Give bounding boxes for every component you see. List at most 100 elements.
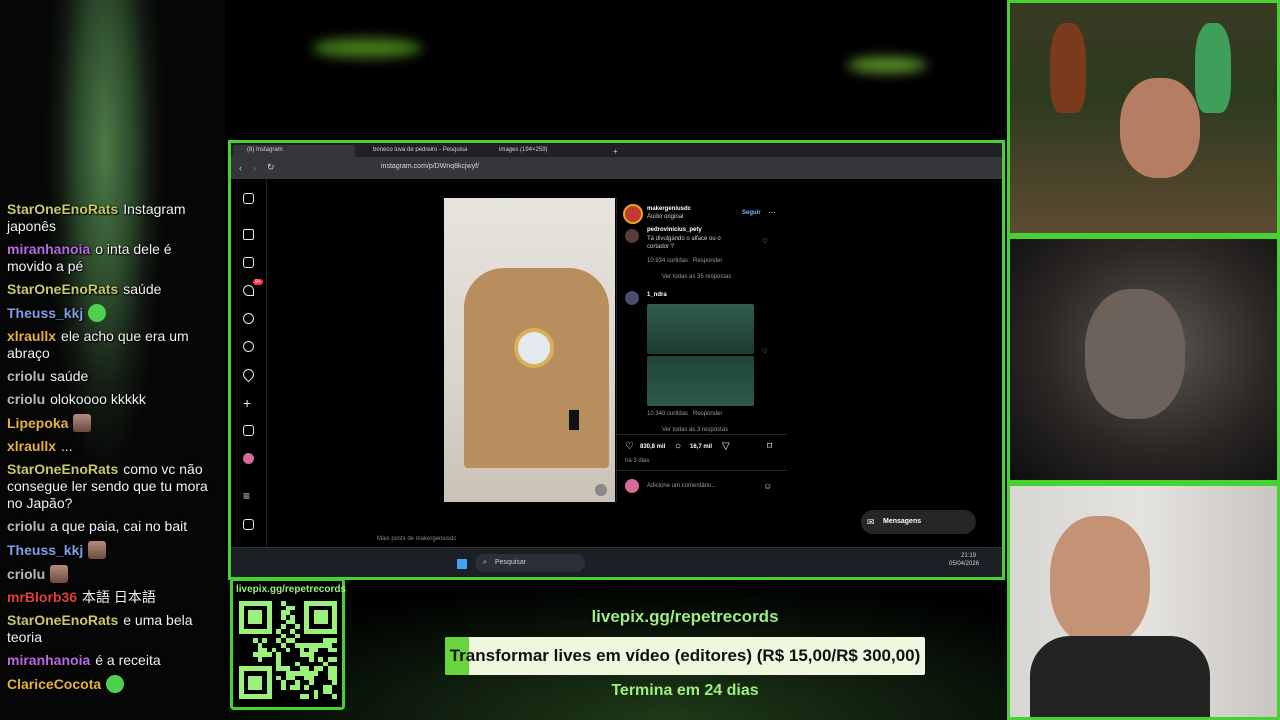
clock-date: 05/04/2026: [949, 561, 980, 567]
qr-module: [318, 666, 323, 671]
view-replies-link[interactable]: Ver todas as 35 respostas: [662, 274, 731, 280]
plus-icon: +: [613, 147, 618, 156]
search-icon[interactable]: [243, 313, 254, 324]
home-icon[interactable]: [243, 229, 254, 240]
more-posts-label[interactable]: Mais posts de makergeniusdc: [377, 536, 456, 542]
person-face: [1120, 78, 1200, 178]
webcam-bottom: [1007, 483, 1280, 720]
qr-code[interactable]: [239, 601, 337, 699]
chat-username[interactable]: ClariceCocota: [7, 676, 101, 692]
audio-label[interactable]: Áudio original: [647, 214, 683, 220]
chat-username[interactable]: Lipepoka: [7, 415, 68, 431]
explore-icon[interactable]: [243, 341, 254, 352]
qr-module: [332, 680, 337, 685]
reply-button[interactable]: Responder: [693, 411, 722, 417]
chat-emote-icon: [88, 541, 107, 559]
heart-icon[interactable]: [240, 366, 257, 383]
chat-emote-icon: [88, 304, 107, 322]
person-shirt: [1030, 636, 1210, 717]
chat-message: miranhanoia o inta dele é movido a pé: [0, 241, 220, 275]
new-tab-button[interactable]: +: [609, 145, 623, 157]
chat-username[interactable]: StarOneEnoRats: [7, 461, 118, 477]
messages-label: Mensagens: [883, 518, 922, 525]
chat-username[interactable]: Theuss_kkj: [7, 542, 83, 558]
more-icon[interactable]: ⋯: [768, 208, 776, 217]
comment-likes: 10.934 curtidas: [647, 258, 689, 264]
reply-button[interactable]: Responder: [693, 258, 722, 264]
chat-username[interactable]: StarOneEnoRats: [7, 281, 118, 297]
back-icon[interactable]: ‹: [239, 163, 242, 173]
chat-username[interactable]: criolu: [7, 566, 45, 582]
menu-icon[interactable]: ≡: [243, 489, 250, 503]
mute-icon[interactable]: [595, 484, 607, 496]
qr-module: [304, 685, 309, 690]
qr-module: [332, 694, 337, 699]
chat-username[interactable]: criolu: [7, 518, 45, 534]
tab-search[interactable]: boneco luva de pedreiro - Pesquisa: [359, 145, 481, 157]
chat-username[interactable]: miranhanoia: [7, 652, 90, 668]
post-video[interactable]: [444, 198, 615, 502]
qr-module: [281, 624, 286, 629]
chat-username[interactable]: StarOneEnoRats: [7, 612, 118, 628]
comment-avatar[interactable]: [625, 229, 639, 243]
windows-start-icon[interactable]: [457, 559, 467, 569]
comment-image[interactable]: [647, 356, 754, 406]
tab-images[interactable]: images (194×259): [485, 145, 607, 157]
tab-instagram[interactable]: (8) Instagram: [233, 145, 355, 157]
like-comment-icon[interactable]: ♡: [762, 348, 767, 355]
like-icon[interactable]: ♡: [625, 441, 634, 452]
forward-icon[interactable]: ›: [253, 163, 256, 173]
taskbar-search[interactable]: ⌕ Pesquisar: [475, 554, 585, 572]
chat-message: StarOneEnoRats saúde: [0, 281, 220, 298]
chat-username[interactable]: criolu: [7, 368, 45, 384]
messages-pill[interactable]: ✉ Mensagens: [861, 510, 976, 534]
qr-card: livepix.gg/repetrecords: [230, 578, 346, 710]
author-avatar[interactable]: [623, 204, 643, 224]
chat-panel: StarOneEnoRats Instagram japonês miranhano…: [0, 0, 225, 720]
comment-image[interactable]: [647, 304, 754, 354]
qr-module: [313, 610, 328, 625]
view-replies-link[interactable]: Ver todas as 3 respostas: [662, 427, 728, 433]
clock-time: 21:19: [961, 553, 977, 559]
donation-goal-bar: Transformar lives em vídeo (editores) (R…: [445, 637, 925, 675]
qr-module: [309, 657, 314, 662]
comment-input[interactable]: Adicione um comentário...: [647, 483, 716, 489]
comment-username[interactable]: pedrovinicius_pety: [647, 227, 702, 233]
emoji-icon[interactable]: ☺: [763, 481, 772, 491]
post-sidebar: makergeniusdc Áudio original Seguir ⋯ pe…: [616, 198, 787, 502]
person-face: [1085, 289, 1185, 419]
chat-username[interactable]: xlraullx: [7, 438, 56, 454]
browser-tabbar: (8) Instagram boneco luva de pedreiro - …: [231, 143, 1002, 157]
save-icon[interactable]: ⌑: [767, 441, 772, 452]
create-icon[interactable]: +: [243, 395, 251, 411]
chat-username[interactable]: StarOneEnoRats: [7, 201, 118, 217]
chat-emote-icon: [73, 414, 92, 432]
author-name[interactable]: makergeniusdc: [647, 206, 691, 212]
chat-username[interactable]: criolu: [7, 391, 45, 407]
instagram-logo-icon[interactable]: [243, 193, 254, 204]
follow-button[interactable]: Seguir: [742, 210, 761, 216]
qr-module: [304, 601, 309, 634]
comment-username[interactable]: 1_ndra: [647, 292, 667, 298]
chat-username[interactable]: Theuss_kkj: [7, 305, 83, 321]
threads-icon[interactable]: [243, 519, 254, 530]
comment-icon[interactable]: ○: [675, 441, 681, 452]
url-input[interactable]: instagram.com/p/DWnq8kcjwyf/: [381, 163, 479, 170]
comment-avatar[interactable]: [625, 291, 639, 305]
chat-username[interactable]: miranhanoia: [7, 241, 90, 257]
like-comment-icon[interactable]: ♡: [762, 238, 767, 245]
direct-icon[interactable]: [243, 285, 254, 296]
reload-icon[interactable]: ↻: [267, 162, 275, 173]
guitar-object: [1050, 23, 1086, 113]
profile-avatar[interactable]: [243, 453, 254, 464]
chat-username[interactable]: xlraullx: [7, 328, 56, 344]
own-avatar: [625, 479, 639, 493]
guitar-object: [1195, 23, 1231, 113]
reels-icon[interactable]: [243, 257, 254, 268]
chat-message: xlraullx...: [0, 438, 220, 455]
chat-username[interactable]: mrBlorb36: [7, 589, 77, 605]
chat-message: criolu: [0, 565, 220, 583]
dashboard-icon[interactable]: [243, 425, 254, 436]
share-icon[interactable]: ▽: [722, 441, 730, 452]
qr-module: [248, 675, 263, 690]
